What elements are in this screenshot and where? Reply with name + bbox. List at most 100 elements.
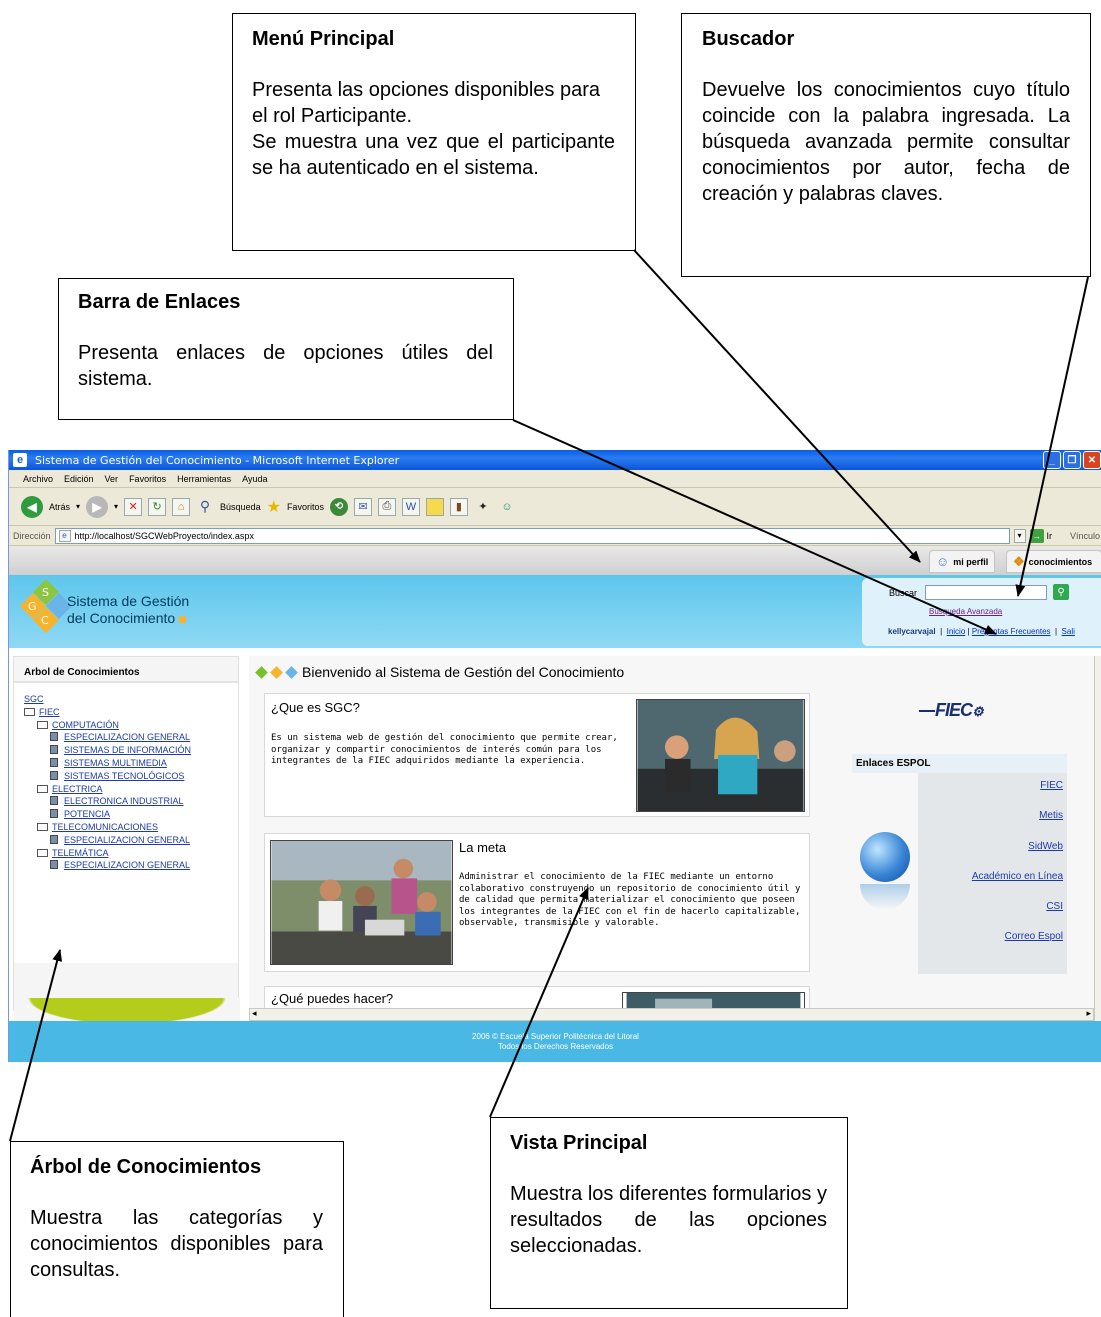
tree-node-label[interactable]: ESPECIALIZACION GENERAL: [64, 732, 190, 742]
browser-window: e Sistema de Gestión del Conocimiento - …: [8, 450, 1101, 1062]
link-metis[interactable]: Metis: [918, 803, 1067, 833]
link-preguntas-frecuentes[interactable]: Preguntas Frecuentes: [972, 627, 1051, 636]
search-button-label[interactable]: Búsqueda: [220, 502, 261, 512]
tree-node[interactable]: COMPUTACIÓN: [24, 719, 238, 732]
link-correo[interactable]: Correo Espol: [918, 924, 1067, 954]
tree-node[interactable]: POTENCIA: [24, 808, 238, 821]
tree-node[interactable]: FIEC: [24, 706, 238, 719]
address-bar: Dirección e http://localhost/SGCWebProye…: [9, 526, 1101, 546]
tree-node[interactable]: ELECTRONICA INDUSTRIAL: [24, 795, 238, 808]
back-button-label[interactable]: Atrás: [49, 502, 70, 512]
tree-node[interactable]: SISTEMAS DE INFORMACIÓN: [24, 744, 238, 757]
book-icon: [37, 784, 48, 793]
menu-ver[interactable]: Ver: [105, 474, 119, 484]
link-csi[interactable]: CSI: [918, 894, 1067, 924]
home-icon[interactable]: ⌂: [172, 497, 191, 516]
minimize-icon[interactable]: _: [1043, 451, 1061, 469]
tree-node[interactable]: ESPECIALIZACION GENERAL: [24, 859, 238, 872]
search-button-icon[interactable]: ⚲: [1053, 584, 1069, 600]
url-text[interactable]: http://localhost/SGCWebProyecto/index.as…: [75, 531, 254, 541]
callout-arbol: Árbol de Conocimientos Muestra las categ…: [10, 1141, 344, 1317]
tab-conocimientos[interactable]: ❖ conocimientos: [1006, 550, 1101, 573]
card-title: La meta: [459, 840, 506, 855]
tree-node-label[interactable]: FIEC: [39, 707, 60, 717]
link-sidweb[interactable]: SidWeb: [918, 834, 1067, 864]
tree-node[interactable]: TELECOMUNICACIONES: [24, 821, 238, 834]
scroll-right-icon[interactable]: ▸: [1086, 1008, 1091, 1019]
note-icon[interactable]: [425, 497, 444, 516]
stop-icon[interactable]: ✕: [124, 497, 143, 516]
search-icon[interactable]: ⚲: [196, 498, 214, 516]
dropdown-arrow-icon[interactable]: ▾: [114, 502, 118, 511]
site-banner: S G C Sistema de Gestión del Conocimient…: [9, 575, 1101, 648]
scroll-left-icon[interactable]: ◂: [252, 1008, 257, 1019]
tree-node[interactable]: SISTEMAS TECNOLÓGICOS: [24, 770, 238, 783]
logo-square-icon: [179, 616, 187, 623]
links-label[interactable]: Vínculo: [1070, 531, 1100, 541]
tree-node[interactable]: ESPECIALIZACION GENERAL: [24, 731, 238, 744]
history-icon[interactable]: ⟲: [329, 497, 348, 516]
tree-node-label[interactable]: ELECTRONICA INDUSTRIAL: [64, 796, 184, 806]
callout-vista-principal: Vista Principal Muestra los diferentes f…: [490, 1117, 848, 1309]
fiec-logo: FIEC⚙: [919, 700, 984, 721]
callout-text: Se muestra una vez que el participante s…: [252, 131, 615, 179]
close-icon[interactable]: ✕: [1083, 451, 1101, 469]
messenger-icon[interactable]: ☺: [498, 498, 516, 516]
tree-node[interactable]: SGC: [24, 693, 238, 706]
expand-arrow-icon[interactable]: ›: [26, 1001, 29, 1012]
tree-node-label[interactable]: ESPECIALIZACION GENERAL: [64, 860, 190, 870]
link-fiec[interactable]: FIEC: [918, 773, 1067, 803]
toolbar: ◀ Atrás ▾ ▶ ▾ ✕ ↻ ⌂ ⚲ Búsqueda ★ Favorit…: [9, 488, 1101, 526]
back-arrow-icon[interactable]: ◀: [21, 495, 43, 518]
dropdown-arrow-icon[interactable]: ▾: [76, 502, 80, 511]
refresh-icon[interactable]: ↻: [148, 497, 167, 516]
username: kellycarvajal: [888, 627, 936, 636]
tree-node-label[interactable]: SISTEMAS MULTIMEDIA: [64, 758, 167, 768]
menu-herramientas[interactable]: Herramientas: [177, 474, 231, 484]
tree-node[interactable]: ELECTRICA: [24, 783, 238, 796]
menu-archivo[interactable]: Archivo: [23, 474, 53, 484]
menu-ayuda[interactable]: Ayuda: [242, 474, 267, 484]
vertical-scrollbar[interactable]: [1094, 656, 1101, 1021]
menu-favoritos[interactable]: Favoritos: [129, 474, 166, 484]
tree-node-label[interactable]: TELECOMUNICACIONES: [52, 822, 158, 832]
forward-arrow-icon[interactable]: ▶: [86, 495, 109, 518]
book-icon: [37, 848, 48, 857]
favorites-star-icon[interactable]: ★: [267, 497, 281, 517]
links-bar: kellycarvajal | Inicio | Preguntas Frecu…: [888, 627, 1075, 636]
fiec-gear-icon: ⚙: [972, 704, 984, 719]
separator: |: [940, 627, 943, 636]
advanced-search-link[interactable]: Búsqueda Avanzada: [929, 607, 1002, 616]
tab-mi-perfil[interactable]: ☺ mi perfil: [929, 550, 996, 573]
go-button[interactable]: → Ir: [1029, 528, 1053, 543]
mail-icon[interactable]: ✉: [353, 497, 372, 516]
plugin-icon[interactable]: ✦: [474, 498, 492, 516]
tree-node-label[interactable]: SISTEMAS TECNOLÓGICOS: [64, 771, 184, 781]
edit-icon[interactable]: W: [401, 497, 420, 516]
document-icon: [50, 757, 58, 767]
tree-node-label[interactable]: ELECTRICA: [52, 784, 103, 794]
restore-icon[interactable]: ❐: [1063, 451, 1081, 469]
tree-node[interactable]: ESPECIALIZACION GENERAL: [24, 834, 238, 847]
tree-node-label[interactable]: SGC: [24, 694, 44, 704]
search-input[interactable]: [925, 585, 1047, 600]
tree-node-label[interactable]: TELEMÁTICA: [52, 848, 109, 858]
print-icon[interactable]: ⎙: [377, 497, 396, 516]
dropdown-arrow-icon[interactable]: ▾: [1013, 528, 1026, 543]
link-academico[interactable]: Académico en Línea: [918, 864, 1067, 894]
research-icon[interactable]: ▮: [449, 497, 468, 516]
tree-node[interactable]: SISTEMAS MULTIMEDIA: [24, 757, 238, 770]
go-label: Ir: [1046, 530, 1053, 541]
link-salir[interactable]: Sali: [1062, 627, 1075, 636]
card-title: ¿Que es SGC?: [271, 700, 360, 715]
tree-node-label[interactable]: COMPUTACIÓN: [52, 720, 119, 730]
link-inicio[interactable]: Inicio: [947, 627, 966, 636]
favorites-button-label[interactable]: Favoritos: [287, 502, 324, 512]
tree-node-label[interactable]: POTENCIA: [64, 809, 110, 819]
url-field[interactable]: e http://localhost/SGCWebProyecto/index.…: [54, 527, 1010, 544]
horizontal-scrollbar[interactable]: ◂ ▸: [249, 1008, 1094, 1021]
menu-edicion[interactable]: Edición: [64, 474, 94, 484]
tree-node[interactable]: TELEMÁTICA: [24, 847, 238, 860]
tree-node-label[interactable]: ESPECIALIZACION GENERAL: [64, 835, 190, 845]
tree-node-label[interactable]: SISTEMAS DE INFORMACIÓN: [64, 745, 191, 755]
